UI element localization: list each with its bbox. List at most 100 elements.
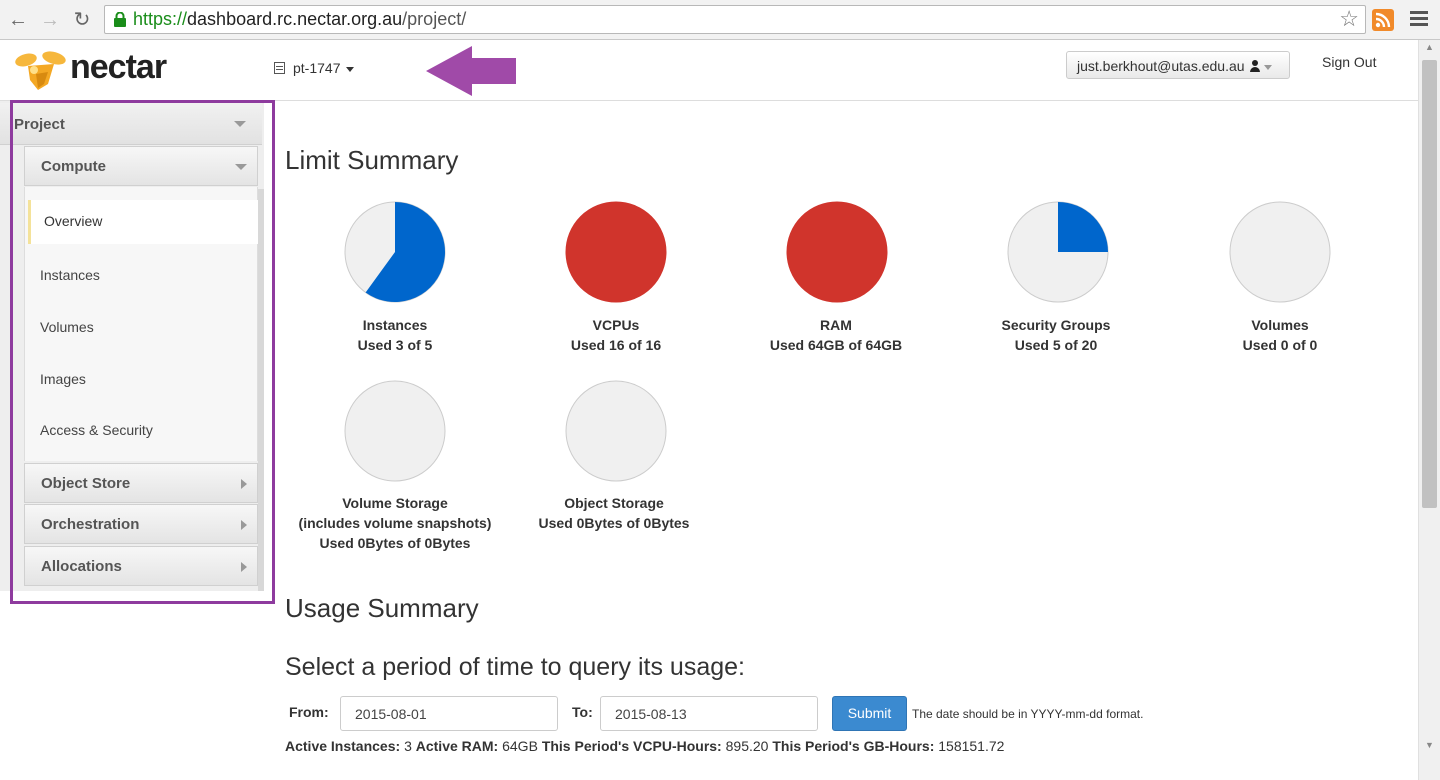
logo-text: nectar — [70, 48, 167, 86]
usage-summary-title: Usage Summary — [285, 593, 479, 623]
stat-value-vcpu-hours: 895.20 — [725, 738, 769, 754]
url-path: /project/ — [402, 9, 467, 29]
to-date-input[interactable] — [600, 696, 818, 731]
sidebar-project-header[interactable]: Project — [0, 103, 262, 145]
bee-logo-icon — [15, 51, 66, 90]
sidebar-group-object-store[interactable]: Object Store — [24, 463, 258, 503]
sidebar-group-label: Object Store — [41, 475, 131, 492]
browser-menu-icon[interactable] — [1410, 11, 1428, 29]
sign-out-link[interactable]: Sign Out — [1322, 54, 1376, 70]
from-date-input[interactable] — [340, 696, 558, 731]
chevron-right-icon — [241, 479, 247, 489]
limit-caption-volume-storage: Volume Storage (includes volume snapshot… — [285, 493, 505, 553]
project-switcher[interactable]: pt-1747 — [274, 60, 355, 76]
sidebar-scrollbar[interactable] — [258, 189, 264, 591]
pie-chart-volume-storage — [344, 380, 446, 482]
chevron-right-icon — [241, 520, 247, 530]
sidebar-group-label: Allocations — [41, 558, 122, 575]
url-text: https://dashboard.rc.nectar.org.au/proje… — [133, 9, 466, 30]
stat-value-active-instances: 3 — [404, 738, 412, 754]
sidebar-item-label: Overview — [44, 213, 103, 229]
pie-chart-volumes — [1229, 201, 1331, 303]
limit-caption-object-storage: Object Storage Used 0Bytes of 0Bytes — [504, 493, 724, 533]
stat-label-active-ram: Active RAM: — [415, 738, 499, 754]
sidebar-group-label: Orchestration — [41, 516, 140, 533]
lock-icon — [114, 12, 126, 27]
stat-label-gb-hours: This Period's GB-Hours: — [772, 738, 935, 754]
user-menu-dropdown[interactable]: just.berkhout@utas.edu.au — [1066, 51, 1290, 79]
pie-chart-object-storage — [565, 380, 667, 482]
stat-value-active-ram: 64GB — [502, 738, 538, 754]
limit-usage: Used 64GB of 64GB — [769, 337, 903, 353]
submit-button[interactable]: Submit — [832, 696, 907, 731]
url-host: dashboard.rc.nectar.org.au — [187, 9, 403, 29]
limit-usage: Used 5 of 20 — [1014, 337, 1098, 353]
scroll-thumb[interactable] — [1422, 60, 1437, 508]
limit-usage: Used 0Bytes of 0Bytes — [538, 515, 690, 531]
pie-used-slice — [786, 201, 888, 303]
chevron-down-icon — [1263, 64, 1272, 70]
sidebar-group-orchestration[interactable]: Orchestration — [24, 504, 258, 544]
chevron-down-icon — [235, 164, 247, 170]
from-label: From: — [289, 704, 329, 720]
sidebar-item-volumes[interactable]: Volumes — [40, 319, 94, 335]
sidebar-item-instances[interactable]: Instances — [40, 267, 100, 283]
pie-chart-vcpus — [565, 201, 667, 303]
limit-name: Volume Storage — [342, 495, 448, 511]
pie-background — [565, 380, 667, 482]
back-arrow-icon[interactable]: ← — [4, 6, 32, 34]
stat-value-gb-hours: 158151.72 — [938, 738, 1005, 754]
limit-name: VCPUs — [592, 317, 640, 333]
limit-caption-vcpus: VCPUs Used 16 of 16 — [506, 315, 726, 355]
limit-caption-security-groups: Security Groups Used 5 of 20 — [946, 315, 1166, 355]
stat-label-active-instances: Active Instances: — [285, 738, 401, 754]
chevron-right-icon — [241, 562, 247, 572]
limit-subname: (includes volume snapshots) — [298, 515, 492, 531]
chevron-down-icon — [346, 66, 355, 72]
limit-name: RAM — [820, 317, 852, 333]
forward-arrow-icon[interactable]: → — [36, 6, 64, 34]
usage-stats-line: Active Instances: 3 Active RAM: 64GB Thi… — [285, 738, 1004, 754]
sidebar: Project Compute Overview Instances Volum… — [0, 101, 264, 591]
pie-background — [1229, 201, 1331, 303]
bookmark-star-icon[interactable]: ☆ — [1339, 8, 1359, 30]
rss-icon[interactable] — [1372, 9, 1394, 31]
limit-usage: Used 16 of 16 — [570, 337, 662, 353]
user-icon — [1249, 60, 1261, 72]
sidebar-group-allocations[interactable]: Allocations — [24, 546, 258, 586]
pie-background — [344, 380, 446, 482]
sidebar-item-access-security[interactable]: Access & Security — [40, 422, 153, 438]
limit-caption-instances: Instances Used 3 of 5 — [285, 315, 505, 355]
limit-usage: Used 3 of 5 — [357, 337, 433, 353]
main-content: Limit Summary Instances Used 3 of 5 VCPU… — [285, 101, 1415, 780]
reload-icon[interactable]: ↻ — [68, 6, 96, 34]
scroll-up-arrow-icon[interactable]: ▲ — [1425, 42, 1434, 52]
pie-chart-security-groups — [1007, 201, 1109, 303]
scroll-down-arrow-icon[interactable]: ▼ — [1425, 740, 1434, 750]
address-bar[interactable]: https://dashboard.rc.nectar.org.au/proje… — [104, 5, 1366, 34]
app-header: nectar pt-1747 just.berkhout@utas.edu.au… — [0, 40, 1418, 101]
sidebar-item-images[interactable]: Images — [40, 371, 86, 387]
nectar-logo[interactable]: nectar — [14, 48, 194, 90]
limit-summary-title: Limit Summary — [285, 145, 459, 175]
query-period-title: Select a period of time to query its usa… — [285, 653, 745, 681]
sidebar-group-compute[interactable]: Compute — [24, 146, 258, 186]
stat-label-vcpu-hours: This Period's VCPU-Hours: — [541, 738, 722, 754]
project-name: pt-1747 — [293, 60, 341, 76]
limit-name: Security Groups — [1001, 317, 1111, 333]
limit-usage: Used 0 of 0 — [1242, 337, 1318, 353]
user-email: just.berkhout@utas.edu.au — [1077, 58, 1245, 74]
pie-chart-ram — [786, 201, 888, 303]
limit-caption-ram: RAM Used 64GB of 64GB — [726, 315, 946, 355]
limit-name: Volumes — [1251, 317, 1309, 333]
date-format-help: The date should be in YYYY-mm-dd format. — [912, 707, 1144, 721]
browser-toolbar: ← → ↻ https://dashboard.rc.nectar.org.au… — [0, 0, 1440, 40]
sidebar-project-label: Project — [14, 116, 65, 133]
sidebar-group-label: Compute — [41, 158, 106, 175]
page-scrollbar[interactable]: ▲ ▼ — [1418, 40, 1440, 780]
pie-chart-instances — [344, 201, 446, 303]
url-scheme: https:// — [133, 9, 188, 29]
sidebar-item-overview[interactable]: Overview — [28, 200, 264, 244]
limit-name: Instances — [362, 317, 428, 333]
pie-used-slice — [1058, 202, 1108, 252]
